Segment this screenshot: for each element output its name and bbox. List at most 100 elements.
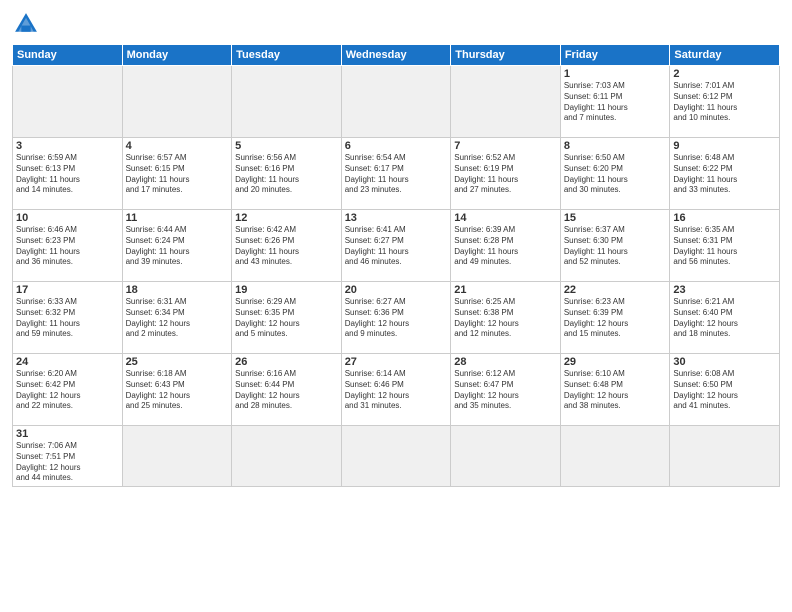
calendar-page: SundayMondayTuesdayWednesdayThursdayFrid…	[0, 0, 792, 612]
day-number: 1	[564, 68, 667, 80]
day-number: 10	[16, 212, 119, 224]
day-info: Sunrise: 7:01 AM Sunset: 6:12 PM Dayligh…	[673, 81, 776, 124]
day-info: Sunrise: 6:57 AM Sunset: 6:15 PM Dayligh…	[126, 153, 229, 196]
calendar-cell-w3-d4: 21Sunrise: 6:25 AM Sunset: 6:38 PM Dayli…	[451, 282, 561, 354]
day-info: Sunrise: 6:16 AM Sunset: 6:44 PM Dayligh…	[235, 369, 338, 412]
calendar-cell-w2-d1: 11Sunrise: 6:44 AM Sunset: 6:24 PM Dayli…	[122, 210, 232, 282]
calendar-cell-w3-d1: 18Sunrise: 6:31 AM Sunset: 6:34 PM Dayli…	[122, 282, 232, 354]
weekday-header-row: SundayMondayTuesdayWednesdayThursdayFrid…	[13, 45, 780, 66]
calendar-cell-w1-d4: 7Sunrise: 6:52 AM Sunset: 6:19 PM Daylig…	[451, 138, 561, 210]
calendar-cell-w1-d3: 6Sunrise: 6:54 AM Sunset: 6:17 PM Daylig…	[341, 138, 451, 210]
calendar-cell-w5-d6	[670, 426, 780, 487]
calendar-cell-w5-d4	[451, 426, 561, 487]
calendar-cell-w4-d1: 25Sunrise: 6:18 AM Sunset: 6:43 PM Dayli…	[122, 354, 232, 426]
weekday-header-wednesday: Wednesday	[341, 45, 451, 66]
day-info: Sunrise: 6:27 AM Sunset: 6:36 PM Dayligh…	[345, 297, 448, 340]
calendar-cell-w2-d0: 10Sunrise: 6:46 AM Sunset: 6:23 PM Dayli…	[13, 210, 123, 282]
calendar-cell-w0-d3	[341, 66, 451, 138]
calendar-cell-w1-d5: 8Sunrise: 6:50 AM Sunset: 6:20 PM Daylig…	[560, 138, 670, 210]
calendar-cell-w2-d2: 12Sunrise: 6:42 AM Sunset: 6:26 PM Dayli…	[232, 210, 342, 282]
calendar-cell-w1-d0: 3Sunrise: 6:59 AM Sunset: 6:13 PM Daylig…	[13, 138, 123, 210]
calendar-cell-w5-d3	[341, 426, 451, 487]
calendar-cell-w0-d6: 2Sunrise: 7:01 AM Sunset: 6:12 PM Daylig…	[670, 66, 780, 138]
weekday-header-monday: Monday	[122, 45, 232, 66]
calendar-cell-w4-d2: 26Sunrise: 6:16 AM Sunset: 6:44 PM Dayli…	[232, 354, 342, 426]
week-row-4: 24Sunrise: 6:20 AM Sunset: 6:42 PM Dayli…	[13, 354, 780, 426]
week-row-3: 17Sunrise: 6:33 AM Sunset: 6:32 PM Dayli…	[13, 282, 780, 354]
day-number: 25	[126, 356, 229, 368]
day-info: Sunrise: 6:44 AM Sunset: 6:24 PM Dayligh…	[126, 225, 229, 268]
calendar-cell-w2-d4: 14Sunrise: 6:39 AM Sunset: 6:28 PM Dayli…	[451, 210, 561, 282]
weekday-header-saturday: Saturday	[670, 45, 780, 66]
calendar-cell-w3-d5: 22Sunrise: 6:23 AM Sunset: 6:39 PM Dayli…	[560, 282, 670, 354]
day-number: 30	[673, 356, 776, 368]
day-info: Sunrise: 6:29 AM Sunset: 6:35 PM Dayligh…	[235, 297, 338, 340]
day-number: 21	[454, 284, 557, 296]
day-number: 3	[16, 140, 119, 152]
day-number: 7	[454, 140, 557, 152]
day-number: 27	[345, 356, 448, 368]
day-info: Sunrise: 6:56 AM Sunset: 6:16 PM Dayligh…	[235, 153, 338, 196]
week-row-2: 10Sunrise: 6:46 AM Sunset: 6:23 PM Dayli…	[13, 210, 780, 282]
day-info: Sunrise: 6:08 AM Sunset: 6:50 PM Dayligh…	[673, 369, 776, 412]
weekday-header-sunday: Sunday	[13, 45, 123, 66]
header	[12, 10, 780, 38]
weekday-header-friday: Friday	[560, 45, 670, 66]
day-number: 16	[673, 212, 776, 224]
calendar-cell-w5-d2	[232, 426, 342, 487]
calendar-cell-w0-d2	[232, 66, 342, 138]
calendar-cell-w4-d0: 24Sunrise: 6:20 AM Sunset: 6:42 PM Dayli…	[13, 354, 123, 426]
calendar-cell-w2-d5: 15Sunrise: 6:37 AM Sunset: 6:30 PM Dayli…	[560, 210, 670, 282]
day-info: Sunrise: 6:46 AM Sunset: 6:23 PM Dayligh…	[16, 225, 119, 268]
day-number: 23	[673, 284, 776, 296]
calendar-cell-w1-d2: 5Sunrise: 6:56 AM Sunset: 6:16 PM Daylig…	[232, 138, 342, 210]
calendar-cell-w5-d1	[122, 426, 232, 487]
day-info: Sunrise: 6:33 AM Sunset: 6:32 PM Dayligh…	[16, 297, 119, 340]
day-info: Sunrise: 6:21 AM Sunset: 6:40 PM Dayligh…	[673, 297, 776, 340]
day-number: 28	[454, 356, 557, 368]
calendar-cell-w5-d5	[560, 426, 670, 487]
day-info: Sunrise: 6:54 AM Sunset: 6:17 PM Dayligh…	[345, 153, 448, 196]
day-info: Sunrise: 6:59 AM Sunset: 6:13 PM Dayligh…	[16, 153, 119, 196]
calendar-cell-w3-d6: 23Sunrise: 6:21 AM Sunset: 6:40 PM Dayli…	[670, 282, 780, 354]
day-number: 14	[454, 212, 557, 224]
day-number: 29	[564, 356, 667, 368]
calendar-table: SundayMondayTuesdayWednesdayThursdayFrid…	[12, 44, 780, 487]
day-info: Sunrise: 7:06 AM Sunset: 7:51 PM Dayligh…	[16, 441, 119, 484]
day-number: 5	[235, 140, 338, 152]
day-info: Sunrise: 6:20 AM Sunset: 6:42 PM Dayligh…	[16, 369, 119, 412]
calendar-cell-w4-d5: 29Sunrise: 6:10 AM Sunset: 6:48 PM Dayli…	[560, 354, 670, 426]
day-info: Sunrise: 6:50 AM Sunset: 6:20 PM Dayligh…	[564, 153, 667, 196]
day-info: Sunrise: 6:48 AM Sunset: 6:22 PM Dayligh…	[673, 153, 776, 196]
week-row-5: 31Sunrise: 7:06 AM Sunset: 7:51 PM Dayli…	[13, 426, 780, 487]
day-number: 17	[16, 284, 119, 296]
calendar-cell-w0-d4	[451, 66, 561, 138]
calendar-cell-w5-d0: 31Sunrise: 7:06 AM Sunset: 7:51 PM Dayli…	[13, 426, 123, 487]
week-row-0: 1Sunrise: 7:03 AM Sunset: 6:11 PM Daylig…	[13, 66, 780, 138]
day-info: Sunrise: 6:12 AM Sunset: 6:47 PM Dayligh…	[454, 369, 557, 412]
calendar-cell-w4-d6: 30Sunrise: 6:08 AM Sunset: 6:50 PM Dayli…	[670, 354, 780, 426]
day-info: Sunrise: 6:41 AM Sunset: 6:27 PM Dayligh…	[345, 225, 448, 268]
day-number: 31	[16, 428, 119, 440]
day-number: 13	[345, 212, 448, 224]
day-number: 4	[126, 140, 229, 152]
day-info: Sunrise: 6:42 AM Sunset: 6:26 PM Dayligh…	[235, 225, 338, 268]
calendar-cell-w0-d5: 1Sunrise: 7:03 AM Sunset: 6:11 PM Daylig…	[560, 66, 670, 138]
calendar-cell-w1-d6: 9Sunrise: 6:48 AM Sunset: 6:22 PM Daylig…	[670, 138, 780, 210]
calendar-cell-w3-d2: 19Sunrise: 6:29 AM Sunset: 6:35 PM Dayli…	[232, 282, 342, 354]
day-number: 20	[345, 284, 448, 296]
calendar-cell-w3-d0: 17Sunrise: 6:33 AM Sunset: 6:32 PM Dayli…	[13, 282, 123, 354]
day-info: Sunrise: 6:25 AM Sunset: 6:38 PM Dayligh…	[454, 297, 557, 340]
day-number: 9	[673, 140, 776, 152]
day-number: 11	[126, 212, 229, 224]
day-number: 8	[564, 140, 667, 152]
weekday-header-tuesday: Tuesday	[232, 45, 342, 66]
day-number: 26	[235, 356, 338, 368]
day-info: Sunrise: 6:35 AM Sunset: 6:31 PM Dayligh…	[673, 225, 776, 268]
calendar-cell-w2-d6: 16Sunrise: 6:35 AM Sunset: 6:31 PM Dayli…	[670, 210, 780, 282]
weekday-header-thursday: Thursday	[451, 45, 561, 66]
day-info: Sunrise: 6:37 AM Sunset: 6:30 PM Dayligh…	[564, 225, 667, 268]
day-info: Sunrise: 7:03 AM Sunset: 6:11 PM Dayligh…	[564, 81, 667, 124]
calendar-cell-w2-d3: 13Sunrise: 6:41 AM Sunset: 6:27 PM Dayli…	[341, 210, 451, 282]
logo	[12, 10, 42, 38]
